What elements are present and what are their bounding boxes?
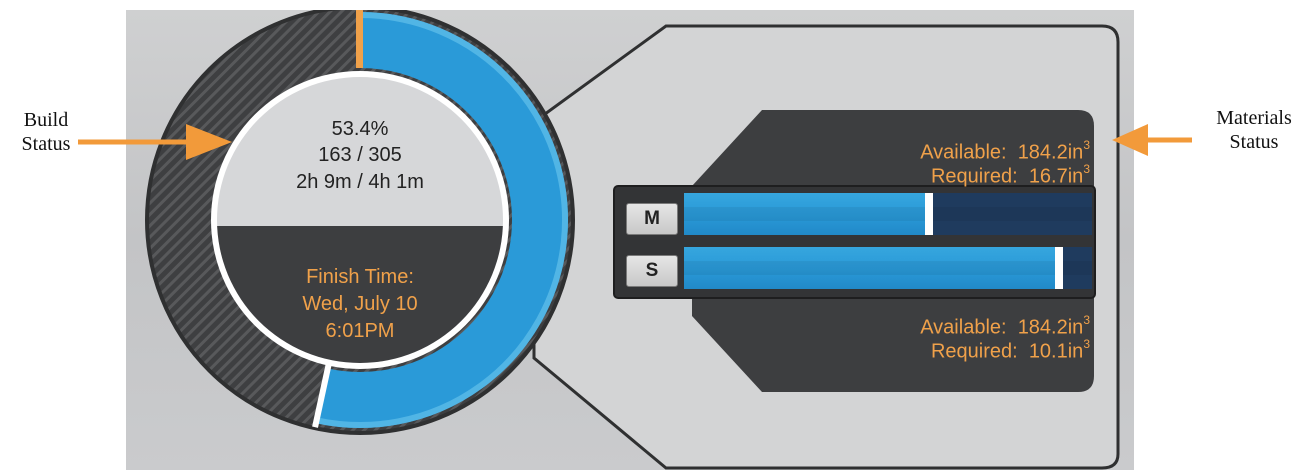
model-bar-stripe: [684, 207, 1092, 221]
build-layers: 163 / 305: [318, 144, 402, 166]
support-required-value: 10.1in: [1028, 340, 1084, 363]
support-material-button[interactable]: S: [626, 255, 678, 287]
support-required: Required: 10.1in3: [806, 334, 1090, 364]
printer-status-panel: 53.4% 163 / 305 2h 9m / 4h 1m Finish Tim…: [126, 10, 1134, 470]
support-required-exp: 3: [1083, 337, 1090, 351]
model-required-exp: 3: [1083, 162, 1090, 176]
build-percent: 53.4%: [331, 118, 389, 140]
build-status-callout-line1: Build: [23, 109, 69, 131]
support-available-exp: 3: [1083, 313, 1090, 327]
finish-clock: 6:01PM: [325, 320, 395, 342]
model-required-label: Required:: [930, 165, 1018, 188]
model-available-exp: 3: [1083, 138, 1090, 152]
build-status-callout: Build Status: [6, 108, 86, 156]
model-material-button[interactable]: M: [626, 203, 678, 235]
support-bar-stripe: [684, 261, 1092, 275]
build-status-callout-line2: Status: [21, 133, 71, 155]
finish-date: Wed, July 10: [302, 293, 418, 315]
model-level-bar: [684, 193, 1092, 235]
support-level-marker: [1055, 247, 1064, 289]
progress-start-tick: [356, 10, 363, 68]
finish-time-label: Finish Time:: [306, 266, 414, 288]
support-level-bar: [684, 247, 1092, 289]
materials-status-callout-line2: Status: [1229, 131, 1279, 153]
model-required-value: 16.7in: [1028, 165, 1084, 188]
materials-status-callout-line1: Materials: [1216, 107, 1292, 129]
build-time: 2h 9m / 4h 1m: [296, 171, 424, 193]
model-required: Required: 16.7in3: [806, 159, 1090, 189]
status-graphics: [145, 10, 1120, 470]
materials-status-callout: Materials Status: [1195, 106, 1313, 154]
model-level-marker: [924, 193, 933, 235]
support-required-label: Required:: [930, 340, 1018, 363]
